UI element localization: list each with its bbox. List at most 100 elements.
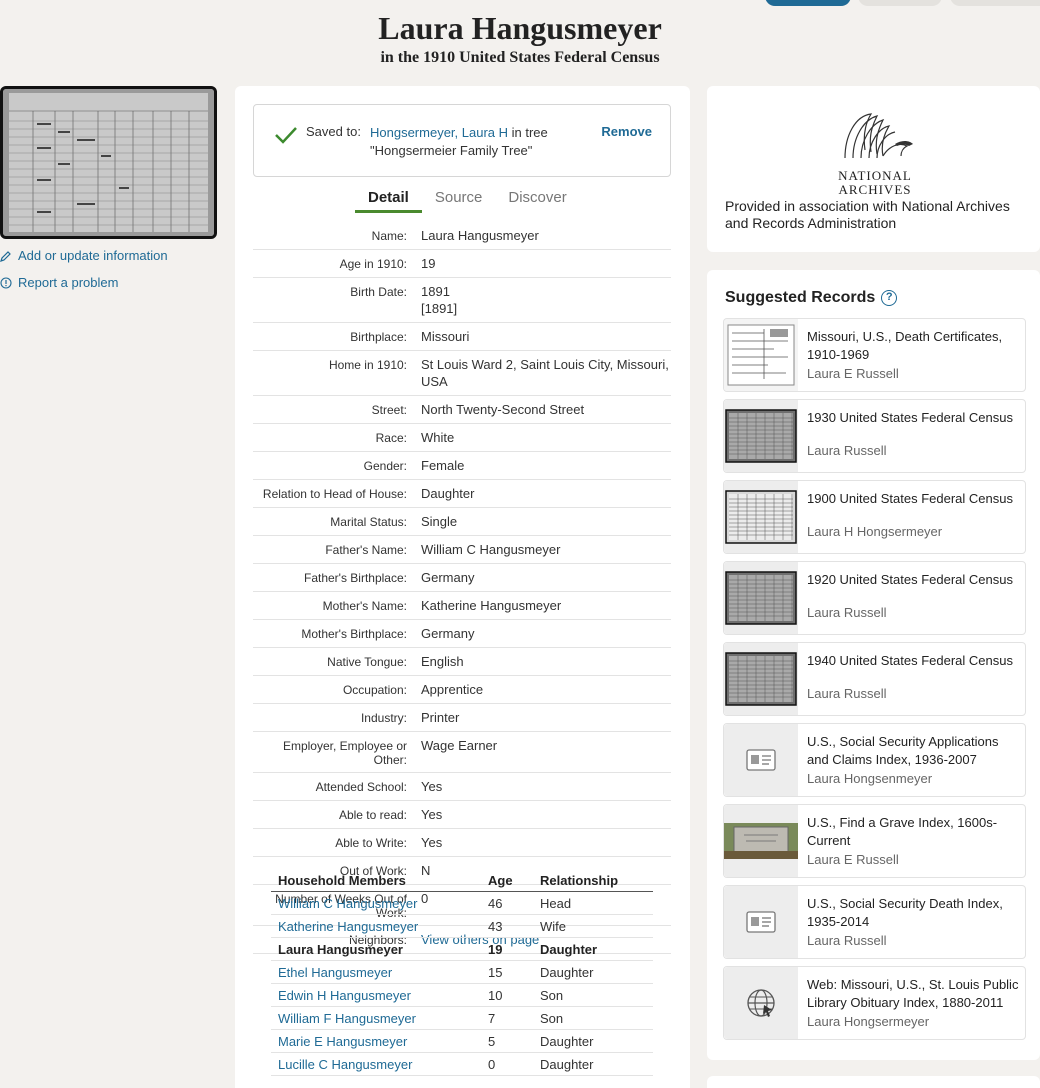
detail-row: Race: White bbox=[253, 424, 671, 452]
more-action-button[interactable] bbox=[950, 0, 1040, 6]
suggested-record-card[interactable]: 1940 United States Federal Census Laura R… bbox=[723, 642, 1026, 716]
household-row: William C Hangusmeyer 46 Head bbox=[271, 891, 653, 915]
suggested-record-card[interactable]: U.S., Find a Grave Index, 1600s-Current L… bbox=[723, 804, 1026, 878]
household-member-relationship: Son bbox=[533, 1006, 653, 1030]
detail-value-secondary: [1891] bbox=[421, 301, 458, 316]
detail-value-text: Printer bbox=[421, 710, 460, 725]
report-problem-link[interactable]: Report a problem bbox=[0, 275, 118, 290]
household-member-link[interactable]: William F Hangusmeyer bbox=[278, 1011, 416, 1026]
household-member-relationship: Daughter bbox=[533, 1052, 653, 1076]
census-thumbnail bbox=[724, 481, 798, 553]
detail-value-text: Wage Earner bbox=[421, 738, 498, 753]
detail-value: Single bbox=[413, 513, 671, 530]
detail-value: St Louis Ward 2, Saint Louis City, Misso… bbox=[413, 356, 671, 390]
suggested-record-title: Missouri, U.S., Death Certificates, 1910… bbox=[807, 329, 1003, 362]
household-member-link[interactable]: Katherine Hangusmeyer bbox=[278, 919, 418, 934]
detail-value: Female bbox=[413, 457, 671, 474]
detail-value: Daughter bbox=[413, 485, 671, 502]
detail-value: English bbox=[413, 653, 671, 670]
household-member-link[interactable]: Marie E Hangusmeyer bbox=[278, 1034, 407, 1049]
saved-person-link[interactable]: Hongsermeyer, Laura H bbox=[370, 125, 508, 140]
household-member-link[interactable]: Lucille C Hangusmeyer bbox=[278, 1057, 412, 1072]
detail-value: Printer bbox=[413, 709, 671, 726]
detail-value: Missouri bbox=[413, 328, 671, 345]
household-member-link[interactable]: William C Hangusmeyer bbox=[278, 896, 417, 911]
help-icon[interactable]: ? bbox=[881, 290, 898, 306]
remove-button[interactable]: Remove bbox=[601, 124, 652, 139]
tab-discover[interactable]: Discover bbox=[495, 189, 579, 213]
detail-value: Yes bbox=[413, 806, 671, 823]
next-card bbox=[707, 1076, 1040, 1088]
tab-detail[interactable]: Detail bbox=[355, 189, 422, 213]
suggested-record-title: U.S., Find a Grave Index, 1600s-Current bbox=[807, 815, 998, 848]
detail-label: Marital Status: bbox=[330, 515, 407, 529]
detail-label: Father's Name: bbox=[325, 543, 407, 557]
household-member-relationship: Daughter bbox=[533, 937, 653, 961]
id-card-icon bbox=[724, 724, 798, 796]
detail-value-text: English bbox=[421, 654, 464, 669]
household-row: Katherine Hangusmeyer 43 Wife bbox=[271, 914, 653, 938]
saved-to-tree-box: Saved to: Hongsermeyer, Laura H in tree … bbox=[253, 104, 671, 177]
suggested-records-heading: Suggested Records bbox=[725, 289, 876, 306]
detail-value-text: Female bbox=[421, 458, 465, 473]
detail-value-text: Yes bbox=[421, 779, 443, 794]
detail-label: Street: bbox=[371, 403, 407, 417]
suggested-record-title: U.S., Social Security Applications and C… bbox=[807, 734, 999, 767]
suggested-record-card[interactable]: U.S., Social Security Applications and C… bbox=[723, 723, 1026, 797]
add-update-info-label: Add or update information bbox=[18, 248, 168, 263]
household-member-relationship: Daughter bbox=[533, 960, 653, 984]
census-image-thumbnail[interactable] bbox=[0, 86, 217, 239]
detail-row: Birth Date: 1891 [1891] bbox=[253, 278, 671, 323]
detail-value-text: Germany bbox=[421, 570, 475, 585]
nara-logo-line2: ARCHIVES bbox=[838, 182, 912, 197]
suggested-record-card[interactable]: U.S., Social Security Death Index, 1935-… bbox=[723, 885, 1026, 959]
detail-value: Katherine Hangusmeyer bbox=[413, 597, 671, 614]
suggested-record-card[interactable]: 1920 United States Federal Census Laura R… bbox=[723, 561, 1026, 635]
suggested-record-card[interactable]: 1930 United States Federal Census Laura R… bbox=[723, 399, 1026, 473]
detail-row: Relation to Head of House: Daughter bbox=[253, 480, 671, 508]
suggested-record-title: U.S., Social Security Death Index, 1935-… bbox=[807, 896, 1003, 929]
detail-label: Birth Date: bbox=[350, 285, 407, 299]
household-member-age: 7 bbox=[481, 1006, 533, 1030]
detail-row: Birthplace: Missouri bbox=[253, 323, 671, 351]
detail-value: Yes bbox=[413, 834, 671, 851]
detail-label: Home in 1910: bbox=[328, 358, 407, 372]
detail-label: Able to Write: bbox=[335, 836, 407, 850]
household-row: William F Hangusmeyer 7 Son bbox=[271, 1006, 653, 1030]
household-row: Ethel Hangusmeyer 15 Daughter bbox=[271, 960, 653, 984]
primary-action-button[interactable] bbox=[765, 0, 851, 6]
detail-value-text: North Twenty-Second Street bbox=[421, 402, 585, 417]
suggested-record-person: Laura Russell bbox=[807, 443, 887, 458]
detail-row: Home in 1910: St Louis Ward 2, Saint Loui… bbox=[253, 351, 671, 396]
household-table: Household Members Age Relationship Willi… bbox=[271, 871, 653, 1076]
census-thumbnail bbox=[724, 400, 798, 472]
tab-source[interactable]: Source bbox=[422, 189, 496, 213]
suggested-record-card[interactable]: 1900 United States Federal Census Laura H… bbox=[723, 480, 1026, 554]
death-certificate-thumbnail bbox=[724, 319, 798, 391]
household-row: Lucille C Hangusmeyer 0 Daughter bbox=[271, 1052, 653, 1076]
household-member-link[interactable]: Ethel Hangusmeyer bbox=[278, 965, 392, 980]
suggested-record-card[interactable]: Web: Missouri, U.S., St. Louis Public Li… bbox=[723, 966, 1026, 1040]
detail-label: Mother's Name: bbox=[322, 599, 407, 613]
household-member-cell: William C Hangusmeyer bbox=[271, 891, 481, 915]
pencil-icon bbox=[0, 250, 12, 262]
detail-value-text: Daughter bbox=[421, 486, 475, 501]
id-card-icon bbox=[724, 886, 798, 958]
detail-label: Attended School: bbox=[315, 780, 407, 794]
suggested-record-person: Laura Russell bbox=[807, 605, 887, 620]
detail-label: Relation to Head of House: bbox=[262, 487, 407, 501]
suggested-record-title: 1940 United States Federal Census bbox=[807, 653, 1013, 668]
census-thumbnail bbox=[724, 562, 798, 634]
household-col-relationship: Relationship bbox=[533, 871, 653, 892]
page-title: Laura Hangusmeyer bbox=[378, 10, 662, 46]
suggested-record-person: Laura Russell bbox=[807, 686, 887, 701]
household-member-cell: William F Hangusmeyer bbox=[271, 1006, 481, 1030]
suggested-record-card[interactable]: Missouri, U.S., Death Certificates, 1910… bbox=[723, 318, 1026, 392]
national-archives-logo: NATIONAL ARCHIVES bbox=[825, 106, 925, 197]
suggested-record-person: Laura H Hongsermeyer bbox=[807, 524, 943, 539]
national-archives-card: NATIONAL ARCHIVES Provided in associatio… bbox=[707, 86, 1040, 252]
secondary-action-button[interactable] bbox=[858, 0, 942, 6]
household-member-link[interactable]: Edwin H Hangusmeyer bbox=[278, 988, 411, 1003]
suggested-record-person: Laura Hongsenmeyer bbox=[807, 771, 933, 786]
add-update-info-link[interactable]: Add or update information bbox=[0, 248, 168, 263]
